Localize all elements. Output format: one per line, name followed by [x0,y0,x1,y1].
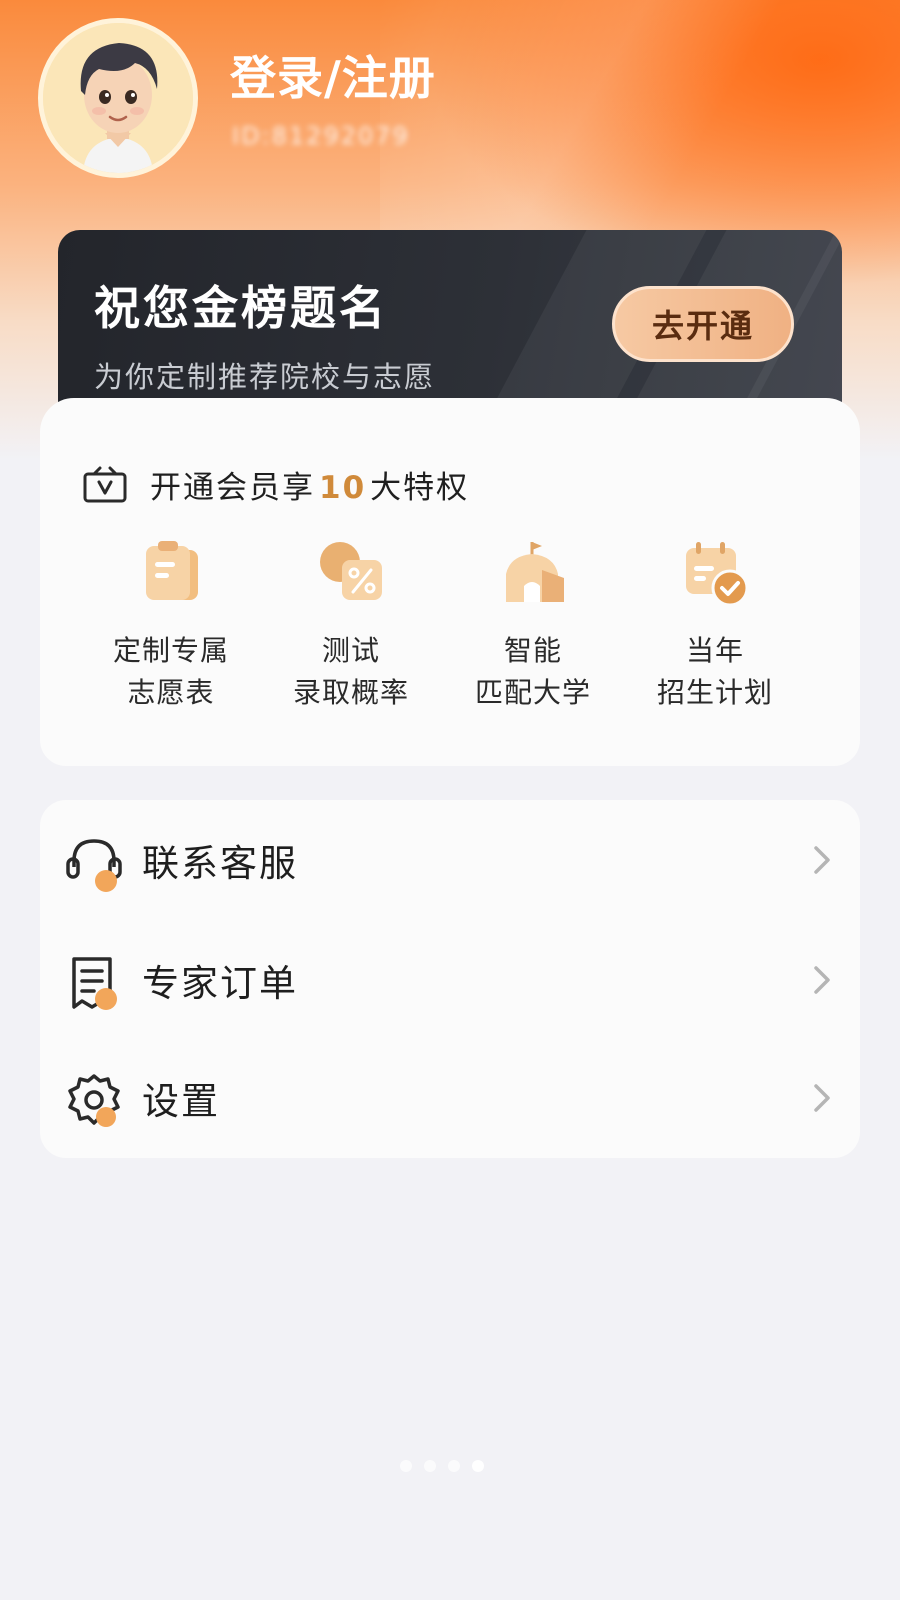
privilege-label-line2: 招生计划 [656,676,773,709]
privileges-prefix: 开通会员享 [150,470,315,506]
privilege-label-line1: 定制专属 [112,634,229,667]
privileges-heading: 开通会员享 10 大特权 [150,462,469,507]
menu-item-settings[interactable]: 设置 [40,1038,860,1158]
privilege-label-line2: 匹配大学 [474,676,591,709]
privileges-suffix: 大特权 [370,470,470,506]
privilege-admission-probability[interactable]: 测试 录取概率 [256,538,446,714]
percent-icon [320,542,382,600]
menu-item-expert-orders[interactable]: 专家订单 [40,920,860,1040]
menu-item-label: 设置 [142,1080,220,1123]
vip-banner[interactable]: 祝您金榜题名 为你定制推荐院校与志愿 去开通 [58,230,842,420]
login-register-link[interactable]: 登录/注册 [230,42,436,108]
vip-banner-title: 祝您金榜题名 [94,281,388,335]
menu-item-customer-service[interactable]: 联系客服 [40,800,860,920]
headset-icon [66,839,122,892]
privilege-label-line2: 录取概率 [292,676,409,709]
receipt-icon [72,957,117,1010]
avatar[interactable] [38,18,198,178]
calendar-check-icon [686,542,749,607]
gear-icon [68,1074,120,1127]
open-membership-button[interactable]: 去开通 [612,286,794,362]
menu-list: 联系客服 专家订单 设置 [40,800,860,1158]
chevron-right-icon [814,1084,830,1112]
privilege-smart-university-match[interactable]: 智能 匹配大学 [438,538,628,714]
vip-bag-icon [83,466,127,502]
privilege-label-line1: 测试 [321,634,380,667]
privilege-custom-volunteer-table[interactable]: 定制专属 志愿表 [76,538,266,714]
chevron-right-icon [814,966,830,994]
page-indicator-dot [400,1460,412,1472]
clipboard-icon [146,541,198,600]
page-indicator-dot [448,1460,460,1472]
privilege-label-line1: 智能 [503,634,562,667]
page-indicator-dot [424,1460,436,1472]
page-indicator [400,1460,484,1472]
privileges-count: 10 [319,470,367,506]
privileges-header: 开通会员享 10 大特权 [82,462,469,507]
privilege-enrollment-plan[interactable]: 当年 招生计划 [620,538,810,714]
chevron-right-icon [814,846,830,874]
vip-banner-subtitle: 为你定制推荐院校与志愿 [94,360,436,394]
user-id: ID:81292079 [232,122,410,150]
avatar-illustration [43,23,193,173]
privileges-card: 开通会员享 10 大特权 定制专属 志愿表 测试 录取概率 智能 匹配大学 当年… [40,398,860,766]
page-indicator-dot-active [472,1460,484,1472]
menu-item-label: 专家订单 [142,962,298,1005]
school-icon [506,542,564,602]
menu-item-label: 联系客服 [142,842,298,885]
privilege-label-line1: 当年 [685,634,744,667]
privilege-label-line2: 志愿表 [127,676,215,709]
